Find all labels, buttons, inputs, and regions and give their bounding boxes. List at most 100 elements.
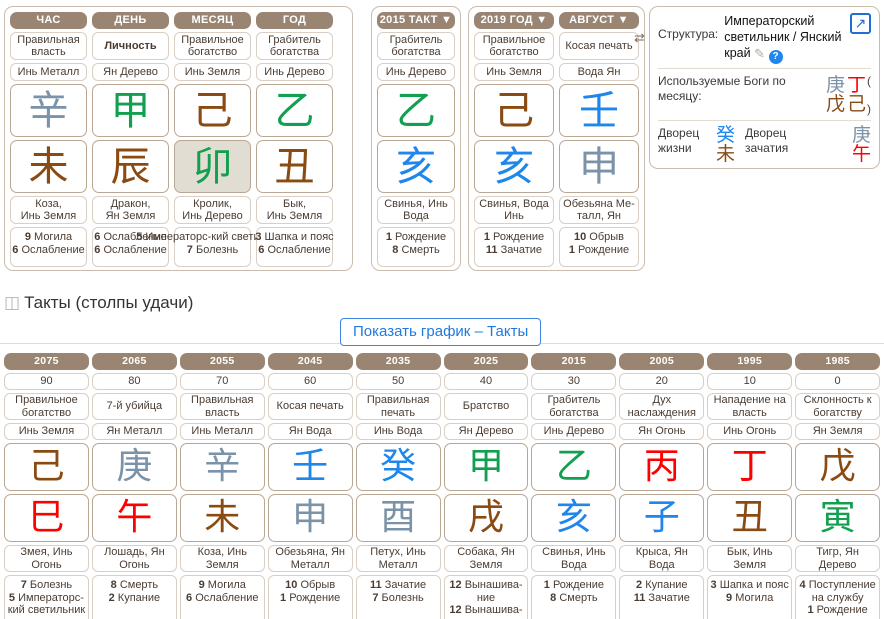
luck-ten-god-cell: Дух наслаждения: [619, 393, 705, 420]
luck-heavenly-stem-glyph[interactable]: 戊: [795, 443, 881, 491]
luck-year-header[interactable]: 2065: [91, 353, 177, 370]
earthly-branch-glyph[interactable]: 未: [10, 140, 87, 193]
luck-year-header[interactable]: 1995: [707, 353, 793, 370]
luck-age-value: 20: [655, 375, 668, 388]
luck-age-value: 80: [128, 375, 141, 388]
ten-god-label: Правильное богатство: [482, 33, 546, 59]
luck-heavenly-stem-glyph[interactable]: 甲: [443, 443, 529, 491]
luck-age-cell: 0: [795, 373, 881, 390]
luck-earthly-branch-glyph[interactable]: 酉: [355, 494, 441, 542]
useful-gods-label: Используемые Боги по месяцу:: [658, 74, 786, 103]
luck-ten-god-label: Грабитель богатства: [547, 394, 601, 419]
earthly-branch-glyph[interactable]: 申: [559, 140, 639, 193]
pillar-header[interactable]: АВГУСТ ▼: [559, 12, 639, 29]
stage-number: 7: [20, 579, 27, 591]
luck-earthly-branch-glyph[interactable]: 丑: [707, 494, 793, 542]
help-icon[interactable]: ?: [768, 50, 783, 64]
luck-element-cell: Ян Огонь: [619, 423, 705, 440]
pillar-header[interactable]: ДЕНЬ: [92, 12, 169, 29]
luck-element-cell: Инь Дерево: [531, 423, 617, 440]
swap-arrows-icon[interactable]: ⇄: [634, 31, 645, 44]
luck-heavenly-stem-glyph[interactable]: 丙: [619, 443, 705, 491]
luck-earthly-branch-glyph[interactable]: 戌: [443, 494, 529, 542]
earthly-branch-glyph[interactable]: 亥: [377, 140, 455, 193]
show-chart-button[interactable]: Показать график – Такты: [340, 318, 542, 346]
luck-year-header[interactable]: 2015: [531, 353, 617, 370]
heavenly-stem-glyph[interactable]: 乙: [256, 84, 333, 137]
luck-age-value: 30: [567, 375, 581, 388]
stage-number: 1: [568, 243, 575, 256]
luck-earthly-branch-glyph[interactable]: 子: [619, 494, 705, 542]
luck-heavenly-stem-glyph[interactable]: 庚: [91, 443, 177, 491]
earthly-branch-glyph[interactable]: 丑: [256, 140, 333, 193]
animal-cell: Дракон, Ян Земля: [92, 196, 169, 224]
element-cell: Вода Ян: [559, 63, 639, 81]
edit-icon[interactable]: ✎: [754, 46, 765, 61]
conception-palace-value: 庚 午: [852, 126, 871, 164]
stage-name: Зачатие: [384, 579, 427, 591]
conception-palace-label: Дворец зачатия: [745, 126, 789, 155]
pillar-column: 2019 ГОД ▼ Правильное богатство Инь Земля 己…: [474, 12, 554, 267]
luck-earthly-branch-glyph[interactable]: 亥: [531, 494, 617, 542]
element-label: Ян Дерево: [103, 65, 158, 78]
expand-icon[interactable]: ↗: [850, 13, 871, 34]
luck-heavenly-stem-glyph[interactable]: 丁: [707, 443, 793, 491]
stage-number: 10: [573, 231, 587, 243]
ten-god-label: Грабитель богатства: [389, 33, 443, 59]
luck-animal-label: Лошадь, Ян Огонь: [104, 546, 165, 571]
luck-animal-cell: Бык, Инь Земля: [707, 545, 793, 572]
luck-year-header[interactable]: 1985: [795, 353, 881, 370]
luck-heavenly-stem-glyph[interactable]: 己: [4, 443, 89, 491]
heavenly-stem-glyph[interactable]: 己: [474, 84, 554, 137]
luck-earthly-branch-glyph[interactable]: 未: [179, 494, 265, 542]
stage-name: Могила: [34, 231, 73, 243]
luck-earthly-branch-glyph[interactable]: 午: [91, 494, 177, 542]
heavenly-stem-glyph[interactable]: 己: [174, 84, 251, 137]
luck-animal-label: Бык, Инь Земля: [726, 546, 773, 571]
pillar-header[interactable]: ЧАС: [10, 12, 87, 29]
stage-number: 9: [198, 579, 205, 591]
luck-year-header[interactable]: 2045: [267, 353, 353, 370]
stage-name: Шапка и пояс: [719, 579, 789, 591]
stage-entry: 12 Вынашива-ние: [446, 579, 527, 604]
luck-age-value: 10: [743, 375, 756, 388]
luck-year-header[interactable]: 2035: [355, 353, 441, 370]
heavenly-stem-glyph[interactable]: 辛: [10, 84, 87, 137]
luck-animal-label: Крыса, Ян Вода: [635, 546, 688, 571]
luck-heavenly-stem-glyph[interactable]: 癸: [355, 443, 441, 491]
luck-year-header[interactable]: 2025: [443, 353, 529, 370]
luck-heavenly-stem-glyph[interactable]: 乙: [531, 443, 617, 491]
heavenly-stem-glyph[interactable]: 甲: [92, 84, 169, 137]
gods-paren-open: (: [867, 74, 871, 88]
pillar-header[interactable]: 2019 ГОД ▼: [474, 12, 554, 29]
stage-name: Рождение: [552, 579, 605, 591]
pillar-header[interactable]: ГОД: [256, 12, 333, 29]
luck-year-header[interactable]: 2055: [179, 353, 265, 370]
stage-name: Рождение: [578, 243, 630, 256]
luck-earthly-branch-glyph[interactable]: 寅: [795, 494, 881, 542]
stage-number: 12: [449, 579, 462, 591]
luck-animal-cell: Тигр, Ян Дерево: [795, 545, 881, 572]
stage-entry: 1 Рождение: [807, 604, 867, 617]
pillar-header[interactable]: МЕСЯЦ: [174, 12, 251, 29]
heavenly-stem-glyph[interactable]: 乙: [377, 84, 455, 137]
luck-year-header[interactable]: 2005: [619, 353, 705, 370]
earthly-branch-glyph[interactable]: 亥: [474, 140, 554, 193]
luck-pillar-column: 2035 50 Правильная печать Инь Вода 癸酉 Петух, …: [355, 353, 441, 619]
luck-ten-god-label: Правильное богатство: [15, 394, 78, 419]
stage-entry: 5 Императорс-кий светильник: [6, 592, 87, 617]
earthly-branch-glyph[interactable]: 辰: [92, 140, 169, 193]
luck-earthly-branch-glyph[interactable]: 巳: [4, 494, 89, 542]
luck-life-stage-cell: 8 Смерть 2 Купание: [91, 575, 177, 619]
luck-year-header[interactable]: 2075: [4, 353, 89, 370]
luck-heavenly-stem-glyph[interactable]: 辛: [179, 443, 265, 491]
element-label: Инь Металл: [17, 65, 80, 78]
luck-earthly-branch-glyph[interactable]: 申: [267, 494, 353, 542]
luck-heavenly-stem-glyph[interactable]: 壬: [267, 443, 353, 491]
life-stage-cell: 10 Обрыв 1 Рождение: [559, 227, 639, 267]
earthly-branch-glyph[interactable]: 卯: [174, 140, 251, 193]
pillar-header[interactable]: 2015 ТАКТ ▼: [377, 12, 455, 29]
luck-pillars-table: 2075 90 Правильное богатство Инь Земля 己巳 Зме…: [4, 353, 881, 619]
heavenly-stem-glyph[interactable]: 壬: [559, 84, 639, 137]
luck-age-cell: 30: [531, 373, 617, 390]
